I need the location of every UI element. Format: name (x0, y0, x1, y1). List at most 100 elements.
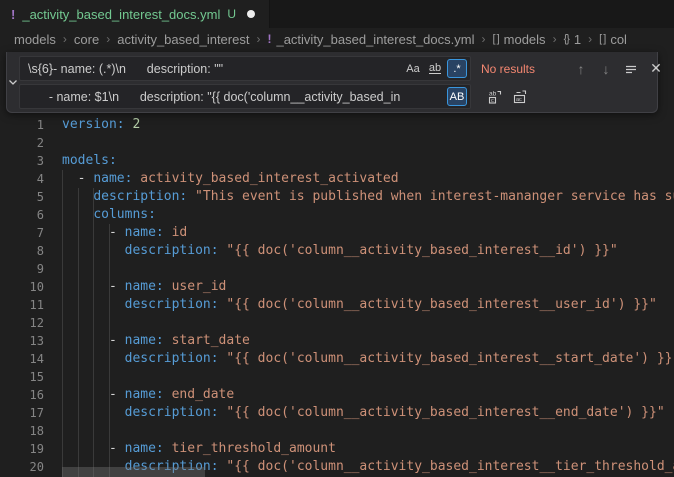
code-text: - name: id (62, 224, 187, 242)
yaml-file-icon: ! (267, 32, 271, 46)
find-widget-body: Aa ab .* No results ↑ ↓ ✕ AB (19, 52, 671, 112)
tab-activity-based-interest-docs[interactable]: ! _activity_based_interest_docs.yml U (0, 0, 270, 28)
code-line[interactable]: 16 - name: end_date (0, 386, 674, 404)
code-text: - name: start_date (62, 332, 250, 350)
code-line[interactable]: 18 (0, 422, 674, 440)
breadcrumb-label: col (610, 32, 627, 47)
breadcrumb-item-1[interactable]: {} 1 (564, 32, 582, 47)
code-text: version: 2 (62, 116, 140, 134)
arrow-up-icon: ↑ (578, 61, 585, 77)
line-number: 20 (0, 458, 44, 476)
selection-lines-icon (624, 62, 638, 76)
code-line[interactable]: 19 - name: tier_threshold_amount (0, 440, 674, 458)
line-number: 5 (0, 188, 44, 206)
replace-icon: ab c (487, 89, 503, 105)
replace-button[interactable]: ab c (484, 86, 506, 108)
code-line[interactable]: 13 - name: start_date (0, 332, 674, 350)
breadcrumb: models›core›activity_based_interest›!_ac… (0, 28, 674, 50)
breadcrumb-label: _activity_based_interest_docs.yml (276, 32, 474, 47)
find-results-count: No results (481, 62, 567, 76)
preserve-case-toggle[interactable]: AB (447, 87, 467, 106)
code-line[interactable]: 6 columns: (0, 206, 674, 224)
code-pane: 1version: 223models:4 - name: activity_b… (0, 116, 674, 476)
toggle-replace-button[interactable] (7, 52, 19, 112)
line-number: 1 (0, 116, 44, 134)
breadcrumb-label: models (14, 32, 56, 47)
svg-text:ac: ac (516, 97, 522, 103)
line-number: 9 (0, 260, 44, 278)
line-number: 11 (0, 296, 44, 314)
find-in-selection-button[interactable] (620, 58, 642, 80)
code-line[interactable]: 2 (0, 134, 674, 152)
code-line[interactable]: 14 description: "{{ doc('column__activit… (0, 350, 674, 368)
replace-input[interactable] (20, 90, 445, 104)
line-number: 4 (0, 170, 44, 188)
code-editor[interactable]: 1version: 223models:4 - name: activity_b… (0, 50, 674, 477)
breadcrumb-item-col[interactable]: [ ]col (599, 32, 627, 47)
line-number: 18 (0, 422, 44, 440)
match-case-toggle[interactable]: Aa (403, 59, 423, 78)
line-number: 16 (0, 386, 44, 404)
git-untracked-badge: U (227, 7, 236, 21)
code-text: - name: activity_based_interest_activate… (62, 170, 399, 188)
next-match-button[interactable]: ↓ (595, 58, 617, 80)
code-line[interactable]: 8 description: "{{ doc('column__activity… (0, 242, 674, 260)
replace-all-icon: ac (512, 89, 528, 105)
line-number: 13 (0, 332, 44, 350)
code-line[interactable]: 9 (0, 260, 674, 278)
breadcrumb-item-models[interactable]: models (14, 32, 56, 47)
code-text: description: "{{ doc('column__activity_b… (62, 350, 674, 368)
code-text: - name: end_date (62, 386, 234, 404)
replace-input-box: AB (19, 84, 471, 109)
line-number: 12 (0, 314, 44, 332)
code-line[interactable]: 1 version: 2 (0, 116, 674, 134)
horizontal-scrollbar[interactable] (62, 467, 205, 477)
find-input[interactable] (20, 62, 401, 76)
find-input-box: Aa ab .* (19, 56, 471, 81)
replace-actions: ab c ac (481, 86, 531, 108)
previous-match-button[interactable]: ↑ (570, 58, 592, 80)
breadcrumb-item-models[interactable]: [ ]models (492, 32, 545, 47)
arrow-down-icon: ↓ (603, 61, 610, 77)
code-line[interactable]: 11 description: "{{ doc('column__activit… (0, 296, 674, 314)
line-number: 19 (0, 440, 44, 458)
code-line[interactable]: 12 (0, 314, 674, 332)
object-symbol-icon: {} (564, 33, 569, 45)
code-line[interactable]: 4 - name: activity_based_interest_activa… (0, 170, 674, 188)
unsaved-changes-dot[interactable] (247, 10, 255, 18)
code-line[interactable]: 15 (0, 368, 674, 386)
code-text: description: "{{ doc('column__activity_b… (62, 404, 665, 422)
code-line[interactable]: 3 models: (0, 152, 674, 170)
line-number: 17 (0, 404, 44, 422)
find-row: Aa ab .* No results ↑ ↓ ✕ (19, 56, 667, 81)
code-line[interactable]: 17 description: "{{ doc('column__activit… (0, 404, 674, 422)
code-line[interactable]: 10 - name: user_id (0, 278, 674, 296)
close-icon: ✕ (650, 60, 662, 77)
replace-all-button[interactable]: ac (509, 86, 531, 108)
code-line[interactable]: 5 description: "This event is published … (0, 188, 674, 206)
code-text: models: (62, 152, 117, 170)
yaml-file-icon: ! (11, 7, 15, 22)
code-text: - name: user_id (62, 278, 226, 296)
code-text: columns: (62, 206, 156, 224)
chevron-down-icon (7, 76, 19, 88)
line-number: 6 (0, 206, 44, 224)
breadcrumb-item-core[interactable]: core (74, 32, 99, 47)
code-line[interactable]: 7 - name: id (0, 224, 674, 242)
code-text: description: "{{ doc('column__activity_b… (62, 242, 618, 260)
close-find-button[interactable]: ✕ (645, 58, 667, 80)
whole-word-toggle[interactable]: ab (425, 59, 445, 78)
find-replace-widget: Aa ab .* No results ↑ ↓ ✕ AB (6, 52, 658, 113)
svg-text:ab: ab (489, 90, 497, 97)
svg-text:c: c (491, 98, 494, 104)
regex-toggle[interactable]: .* (447, 59, 467, 78)
breadcrumb-label: 1 (574, 32, 581, 47)
breadcrumb-item--activity-based-interest-docs-yml[interactable]: ! _activity_based_interest_docs.yml (267, 32, 474, 47)
breadcrumb-item-activity-based-interest[interactable]: activity_based_interest (117, 32, 249, 47)
tab-bar: ! _activity_based_interest_docs.yml U (0, 0, 674, 28)
tab-title: _activity_based_interest_docs.yml (22, 7, 220, 22)
breadcrumb-separator: › (106, 32, 110, 46)
array-symbol-icon: [ ] (492, 33, 498, 45)
line-number: 3 (0, 152, 44, 170)
breadcrumb-separator: › (63, 32, 67, 46)
